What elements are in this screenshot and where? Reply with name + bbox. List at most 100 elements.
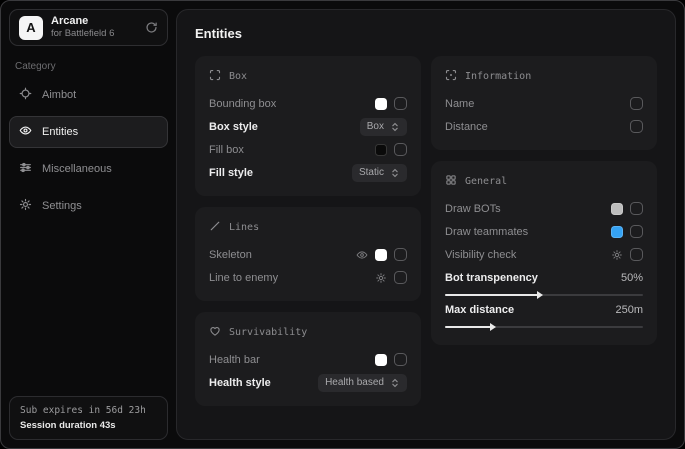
color-swatch[interactable] [375,98,387,110]
row-box-style: Box style Box [209,115,407,138]
row-label: Distance [445,121,488,133]
dropdown-value: Health based [325,377,384,388]
row-draw-teammates: Draw teammates [445,220,643,243]
sidebar-item-label: Miscellaneous [42,163,112,175]
row-label: Bounding box [209,98,276,110]
page-title: Entities [195,26,657,41]
panel-information-header: Information [445,69,643,84]
sidebar-item-label: Entities [42,126,78,138]
draw-teammates-checkbox[interactable] [630,225,643,238]
app-window: A Arcane for Battlefield 6 Category Aimb… [0,0,685,449]
info-scan-icon [445,69,457,84]
app-title-block: Arcane for Battlefield 6 [51,15,114,41]
max-distance-slider-group: Max distance 250m [445,301,643,328]
row-label: Name [445,98,474,110]
diagonal-line-icon [209,220,221,235]
row-bounding-box: Bounding box [209,92,407,115]
sidebar-item-label: Aimbot [42,89,76,101]
eye-icon [19,124,32,140]
row-label: Box style [209,121,258,133]
panel-title: Lines [229,222,259,233]
crosshair-icon [19,87,32,103]
left-column: Box Bounding box Box style Box [195,56,421,406]
skeleton-checkbox[interactable] [394,248,407,261]
bot-transparency-slider[interactable] [445,294,643,296]
color-swatch[interactable] [611,226,623,238]
panel-title: Information [465,71,531,82]
fill-style-dropdown[interactable]: Static [352,164,407,182]
distance-checkbox[interactable] [630,120,643,133]
sidebar-item-aimbot[interactable]: Aimbot [9,79,168,111]
dropdown-value: Box [367,121,384,132]
slider-value: 250m [615,304,643,316]
fill-box-checkbox[interactable] [394,143,407,156]
panel-title: General [465,176,507,187]
row-draw-bots: Draw BOTs [445,197,643,220]
grid-icon [445,174,457,189]
row-name: Name [445,92,643,115]
refresh-icon[interactable] [145,21,158,34]
color-swatch[interactable] [375,354,387,366]
sub-expiry-text: Sub expires in 56d 23h [20,405,157,416]
gear-small-icon[interactable] [611,249,623,261]
gear-icon [19,198,32,214]
row-label: Health bar [209,354,260,366]
panel-title: Survivability [229,327,307,338]
app-logo: A [19,16,43,40]
row-label: Health style [209,377,271,389]
panel-survivability-header: Survivability [209,325,407,340]
main-content: Entities Box Bounding box [176,9,676,440]
sidebar-item-label: Settings [42,200,82,212]
row-health-bar: Health bar [209,348,407,371]
panel-information: Information Name Distance [431,56,657,150]
bot-transparency-slider-group: Bot transpenency 50% [445,269,643,296]
visibility-check-checkbox[interactable] [630,248,643,261]
row-fill-box: Fill box [209,138,407,161]
row-health-style: Health style Health based [209,371,407,394]
row-distance: Distance [445,115,643,138]
dropdown-value: Static [359,167,384,178]
draw-bots-checkbox[interactable] [630,202,643,215]
app-header-card: A Arcane for Battlefield 6 [9,9,168,46]
panel-box-header: Box [209,69,407,84]
slider-fill [445,326,491,328]
row-label: Draw teammates [445,226,528,238]
row-label: Fill box [209,144,244,156]
panel-title: Box [229,71,247,82]
bounding-box-checkbox[interactable] [394,97,407,110]
row-skeleton: Skeleton [209,243,407,266]
health-bar-checkbox[interactable] [394,353,407,366]
sidebar-item-settings[interactable]: Settings [9,190,168,222]
row-label: Draw BOTs [445,203,501,215]
chevrons-up-down-icon [390,122,400,132]
sliders-icon [19,161,32,177]
panel-general-header: General [445,174,643,189]
max-distance-slider[interactable] [445,326,643,328]
sidebar-item-miscellaneous[interactable]: Miscellaneous [9,153,168,185]
right-column: Information Name Distance [431,56,657,406]
app-subtitle: for Battlefield 6 [51,28,114,40]
row-label: Visibility check [445,249,516,261]
panel-lines-header: Lines [209,220,407,235]
color-swatch[interactable] [375,249,387,261]
row-line-to-enemy: Line to enemy [209,266,407,289]
color-swatch[interactable] [375,144,387,156]
line-to-enemy-checkbox[interactable] [394,271,407,284]
eye-settings-icon[interactable] [356,249,368,261]
session-duration-text: Session duration 43s [20,420,157,431]
panel-survivability: Survivability Health bar Health style [195,312,421,406]
row-label: Fill style [209,167,253,179]
name-checkbox[interactable] [630,97,643,110]
chevrons-up-down-icon [390,378,400,388]
scan-box-icon [209,69,221,84]
row-visibility-check: Visibility check [445,243,643,266]
health-style-dropdown[interactable]: Health based [318,374,407,392]
gear-small-icon[interactable] [375,272,387,284]
slider-value: 50% [621,272,643,284]
sidebar-item-entities[interactable]: Entities [9,116,168,148]
box-style-dropdown[interactable]: Box [360,118,407,136]
slider-fill [445,294,538,296]
color-swatch[interactable] [611,203,623,215]
panel-box: Box Bounding box Box style Box [195,56,421,196]
subscription-card: Sub expires in 56d 23h Session duration … [9,396,168,440]
